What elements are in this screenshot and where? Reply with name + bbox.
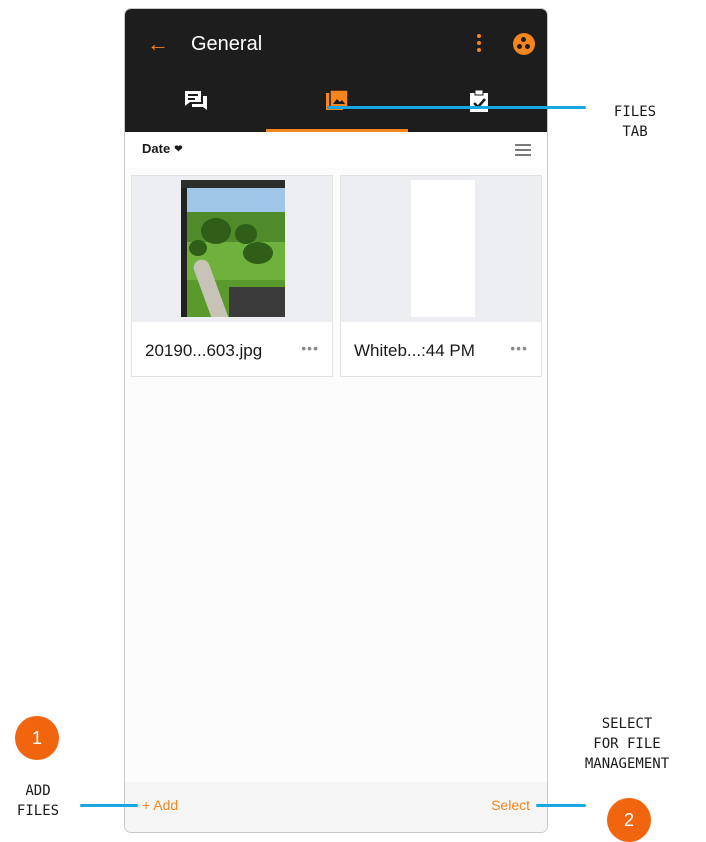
file-name: 20190...603.jpg <box>145 341 263 360</box>
page-title: General <box>191 33 263 55</box>
photo-thumbnail <box>181 180 285 317</box>
list-view-icon[interactable] <box>515 144 531 156</box>
chat-icon <box>184 91 207 110</box>
back-arrow-icon[interactable]: ← <box>147 32 169 56</box>
file-name: Whiteb...:44 PM <box>354 341 475 360</box>
sort-label: Date <box>142 141 171 156</box>
clipboard-check-icon <box>469 89 488 112</box>
chevron-down-icon: ❤ <box>174 144 183 155</box>
select-callout: SELECT FOR FILE MANAGEMENT <box>584 716 670 772</box>
more-options-icon[interactable]: ••• <box>510 340 528 356</box>
files-tab-leader-line <box>327 106 586 109</box>
step-2-badge: 2 <box>607 798 651 842</box>
file-thumbnail <box>132 176 332 322</box>
file-card[interactable]: Whiteb...:44 PM ••• <box>340 175 542 377</box>
sort-bar: Date ❤ <box>125 132 547 168</box>
bottom-action-bar: + Add Select <box>125 782 547 832</box>
tab-conversations[interactable] <box>125 79 266 132</box>
more-options-icon[interactable]: ••• <box>301 340 319 356</box>
files-tab-callout: FILES TAB <box>613 104 657 140</box>
select-leader-line <box>536 804 586 807</box>
step-1-badge: 1 <box>15 716 59 760</box>
select-button[interactable]: Select <box>491 797 530 813</box>
files-grid: 20190...603.jpg ••• Whiteb...:44 PM ••• <box>125 168 547 783</box>
add-files-callout: ADD FILES <box>16 783 60 819</box>
more-vertical-icon[interactable] <box>476 34 482 54</box>
add-files-leader-line <box>80 804 138 807</box>
team-avatar-icon[interactable] <box>513 33 535 55</box>
add-files-button[interactable]: + Add <box>142 797 178 813</box>
phone-screen: ← General Date ❤ 20190...603.jpg ••• Whi… <box>124 8 548 833</box>
file-card[interactable]: 20190...603.jpg ••• <box>131 175 333 377</box>
file-thumbnail <box>341 176 541 322</box>
sort-dropdown[interactable]: Date ❤ <box>142 141 183 156</box>
whiteboard-thumbnail <box>411 180 475 317</box>
app-header: ← General <box>125 9 547 132</box>
